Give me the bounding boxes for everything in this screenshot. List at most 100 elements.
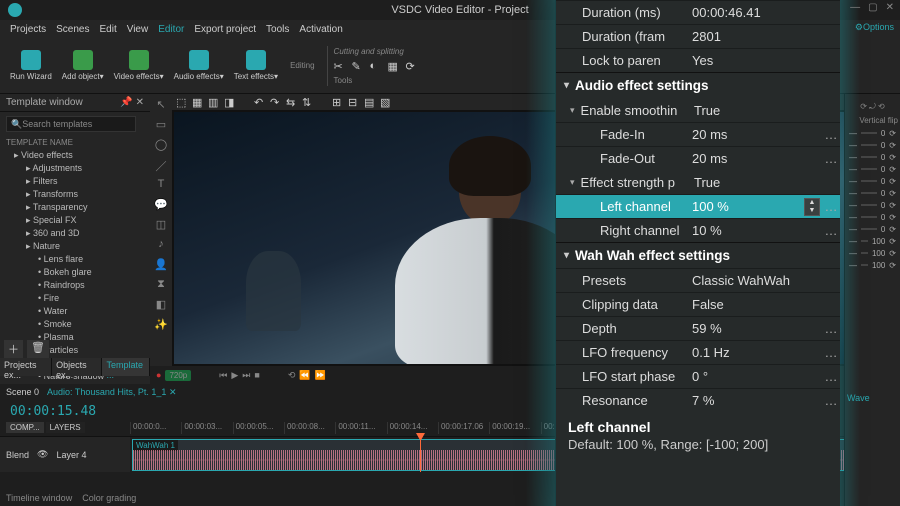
adjust-slider[interactable]: —0⟳ [845,151,900,163]
adjust-slider[interactable]: —0⟳ [845,127,900,139]
fade-in-value[interactable]: 20 ms [688,127,822,142]
more-icon[interactable]: … [822,199,840,214]
adjust-slider[interactable]: —0⟳ [845,223,900,235]
tb-icon[interactable]: ▦ [192,96,204,108]
presets-value[interactable]: Classic WahWah [688,273,840,288]
tb-icon[interactable]: ⬚ [176,96,188,108]
tool-icon[interactable]: ▦ [388,60,400,72]
more-icon[interactable]: … [822,127,840,142]
text-effects-button[interactable]: Text effects▾ [230,48,282,83]
add-icon[interactable]: ＋ [4,340,23,358]
more-icon[interactable]: … [822,223,840,238]
tb-icon[interactable]: ⊞ [332,96,344,108]
tb-icon[interactable]: ▤ [364,96,376,108]
options-link[interactable]: ⚙Options [855,22,894,33]
resolution-badge[interactable]: 720p [165,370,191,381]
minimize-button[interactable]: — [850,2,860,13]
tb-icon[interactable]: ↶ [254,96,266,108]
add-object-button[interactable]: Add object▾ [58,48,108,83]
tooltip-tool-icon[interactable]: 💬 [154,198,168,212]
adjust-slider[interactable]: —0⟳ [845,187,900,199]
tb-icon[interactable]: ⇆ [286,96,298,108]
tab-projects-explorer[interactable]: Projects ex... [0,358,52,376]
depth-value[interactable]: 59 % [688,321,822,336]
right-channel-value[interactable]: 10 % [688,223,822,238]
video-effects-button[interactable]: Video effects▾ [110,48,168,83]
clipping-value[interactable]: False [688,297,840,312]
lfo-freq-value[interactable]: 0.1 Hz [688,345,822,360]
tab-objects-explorer[interactable]: Objects ex... [52,358,102,376]
tree-item[interactable]: ▸ Adjustments [4,162,150,175]
tool-icon[interactable]: ✂ [334,60,346,72]
mask-tool-icon[interactable]: ◧ [154,298,168,312]
person-tool-icon[interactable]: 👤 [154,258,168,272]
track-eye-icon[interactable]: 👁 [37,449,48,460]
spinner-control[interactable]: ▲▼ [804,198,820,216]
run-wizard-button[interactable]: Run Wizard [6,48,56,83]
adjust-slider[interactable]: —0⟳ [845,199,900,211]
enable-smoothing-row[interactable]: Enable smoothinTrue [556,98,840,122]
tree-item[interactable]: ▸ 360 and 3D [4,227,150,240]
next-frame-icon[interactable]: ⏭ [242,370,250,381]
counter-tool-icon[interactable]: ⧗ [154,278,168,292]
menu-view[interactable]: View [127,24,149,35]
tb-icon[interactable]: ↷ [270,96,282,108]
menu-projects[interactable]: Projects [10,24,46,35]
audio-effects-button[interactable]: Audio effects▾ [170,48,228,83]
tree-item[interactable]: • Fire [4,292,150,305]
delete-icon[interactable]: 🗑 [27,340,49,358]
tab-template[interactable]: Template ... [102,358,150,376]
prev-frame-icon[interactable]: ⏮ [219,370,227,381]
tb-icon[interactable]: ◨ [224,96,236,108]
tree-item[interactable]: ▸ Video effects [4,149,150,162]
tree-item[interactable]: • Bokeh glare [4,266,150,279]
tb-icon[interactable]: ▧ [380,96,392,108]
tool-icon[interactable]: ⟳ [406,60,418,72]
adjust-slider[interactable]: —100⟳ [845,235,900,247]
scene-tab[interactable]: Scene 0 [6,387,39,397]
adjust-slider[interactable]: —0⟳ [845,163,900,175]
more-icon[interactable]: … [822,393,840,408]
tree-item[interactable]: • Raindrops [4,279,150,292]
adjust-slider[interactable]: —0⟳ [845,211,900,223]
skip-fwd-icon[interactable]: ⏩ [315,370,326,381]
tool-icon[interactable]: ◐ [370,60,382,72]
maximize-button[interactable]: ▢ [868,2,877,13]
lfo-phase-value[interactable]: 0 ° [688,369,822,384]
tab-timeline-window[interactable]: Timeline window [6,493,72,503]
playhead[interactable] [420,437,421,472]
play-icon[interactable]: ▶ [231,370,238,381]
more-icon[interactable]: … [822,369,840,384]
menu-edit[interactable]: Edit [99,24,116,35]
rec-icon[interactable]: ● [156,370,161,380]
close-button[interactable]: ✕ [886,2,894,13]
chart-tool-icon[interactable]: ◫ [154,218,168,232]
section-wahwah[interactable]: Wah Wah effect settings [556,242,840,268]
spray-tool-icon[interactable]: ✨ [154,318,168,332]
tb-icon[interactable]: ⇅ [302,96,314,108]
effect-strength-row[interactable]: Effect strength pTrue [556,170,840,194]
line-tool-icon[interactable]: ／ [154,158,168,172]
section-audio-effect[interactable]: Audio effect settings [556,72,840,98]
tab-color-grading[interactable]: Color grading [82,493,136,503]
menu-scenes[interactable]: Scenes [56,24,89,35]
tree-item[interactable]: ▸ Transforms [4,188,150,201]
circle-tool-icon[interactable]: ◯ [154,138,168,152]
left-channel-row[interactable]: Left channel 100 % ▲▼ … [556,194,840,218]
tree-item[interactable]: • Smoke [4,318,150,331]
tree-item[interactable]: ▸ Transparency [4,201,150,214]
tree-item[interactable]: ▸ Nature [4,240,150,253]
tool-icon[interactable]: ✎ [352,60,364,72]
tree-item[interactable]: ▸ Special FX [4,214,150,227]
clip-tab[interactable]: Audio: Thousand Hits, Pt. 1_1 ✕ [47,387,176,398]
audio-tool-icon[interactable]: ♪ [154,238,168,252]
adjust-slider[interactable]: —0⟳ [845,175,900,187]
tl-tab-comp[interactable]: COMP... [6,422,44,433]
more-icon[interactable]: … [822,321,840,336]
loop-icon[interactable]: ⟲ [288,370,296,381]
adjust-slider[interactable]: —100⟳ [845,259,900,271]
text-tool-icon[interactable]: T [154,178,168,192]
tb-icon[interactable]: ⊟ [348,96,360,108]
skip-back-icon[interactable]: ⏪ [299,370,310,381]
adjust-slider[interactable]: —0⟳ [845,139,900,151]
